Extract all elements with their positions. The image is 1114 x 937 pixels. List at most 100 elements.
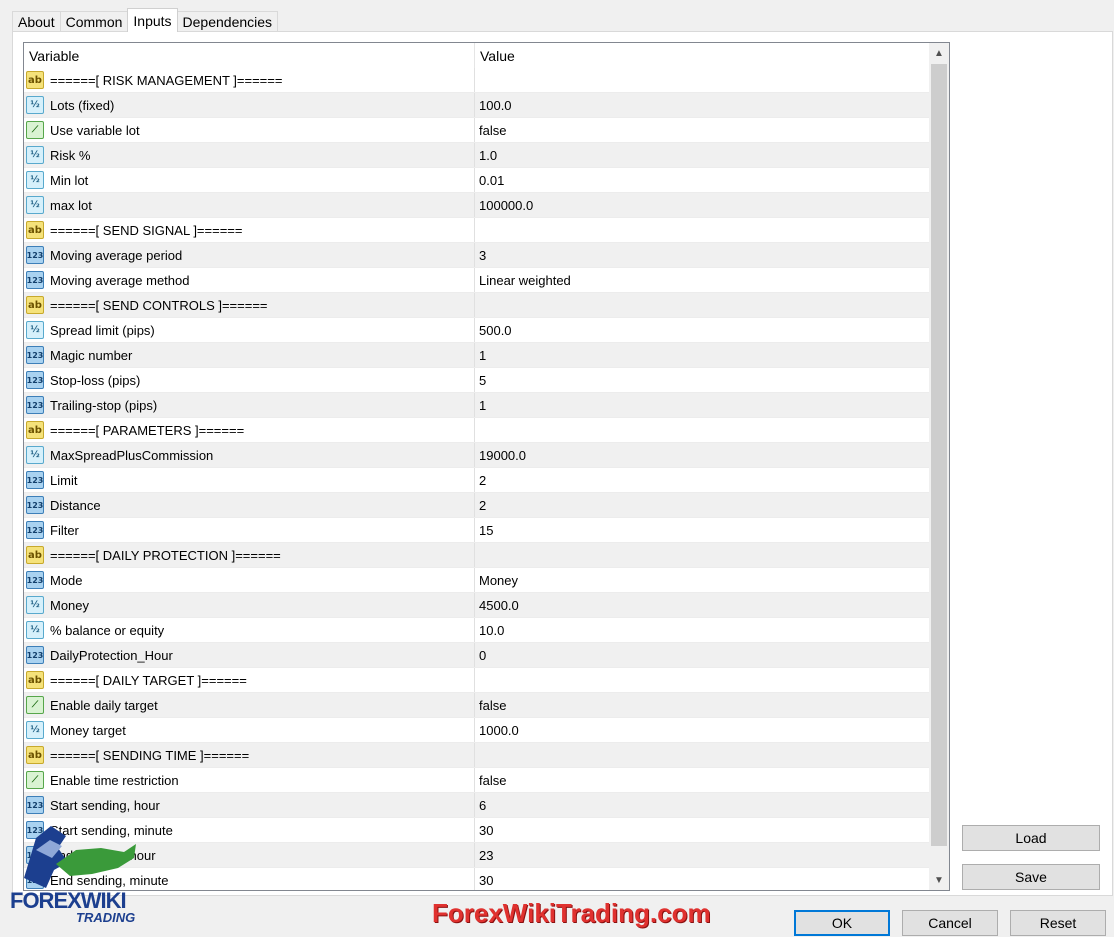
table-row[interactable]: ⟋ Enable daily target false	[24, 693, 929, 718]
forexwiki-logo: FOREXWIKI TRADING	[6, 818, 156, 930]
tab-inputs[interactable]: Inputs	[127, 8, 178, 32]
table-row[interactable]: 123End sending, minute30	[24, 868, 929, 890]
bull-bear-logo-icon	[24, 826, 136, 888]
variable-value[interactable]: 100.0	[479, 98, 512, 113]
cell-divider	[474, 343, 475, 367]
variable-value[interactable]: 3	[479, 248, 486, 263]
variable-value[interactable]: 1000.0	[479, 723, 519, 738]
variable-value[interactable]: Linear weighted	[479, 273, 571, 288]
variable-value[interactable]: Money	[479, 573, 518, 588]
table-row[interactable]: 123 Mode Money	[24, 568, 929, 593]
variable-name: ======[ DAILY TARGET ]======	[50, 673, 247, 688]
variable-value[interactable]: 15	[479, 523, 493, 538]
table-row[interactable]: 123 Moving average method Linear weighted	[24, 268, 929, 293]
variable-name: Moving average method	[50, 273, 190, 288]
double-type-icon: ½	[26, 321, 44, 339]
variable-value[interactable]: false	[479, 123, 506, 138]
table-row[interactable]: 123 Start sending, minute 30	[24, 818, 929, 843]
load-button[interactable]: Load	[962, 825, 1100, 851]
table-row[interactable]: ab ======[ SEND CONTROLS ]======	[24, 293, 929, 318]
table-row[interactable]: ab ======[ SENDING TIME ]======	[24, 743, 929, 768]
column-header-variable[interactable]: Variable	[29, 48, 79, 64]
cell-divider	[474, 643, 475, 667]
variable-value[interactable]: 5	[479, 373, 486, 388]
table-row[interactable]: ab ======[ DAILY PROTECTION ]======	[24, 543, 929, 568]
bool-type-icon: ⟋	[26, 121, 44, 139]
table-row[interactable]: 123 DailyProtection_Hour 0	[24, 643, 929, 668]
variable-name: Risk %	[50, 148, 91, 163]
save-button[interactable]: Save	[962, 864, 1100, 890]
variable-value[interactable]: 0.01	[479, 173, 504, 188]
table-row[interactable]: 123 Trailing-stop (pips) 1	[24, 393, 929, 418]
table-row[interactable]: ab ======[ DAILY TARGET ]======	[24, 668, 929, 693]
cell-divider	[474, 293, 475, 317]
table-row[interactable]: ½ Risk % 1.0	[24, 143, 929, 168]
variable-value[interactable]: 23	[479, 848, 493, 863]
table-row[interactable]: 123 Magic number 1	[24, 343, 929, 368]
table-row[interactable]: 123 Stop-loss (pips) 5	[24, 368, 929, 393]
table-row[interactable]: 123 Moving average period 3	[24, 243, 929, 268]
table-row[interactable]: ⟋ Use variable lot false	[24, 118, 929, 143]
inputs-grid: Variable Value ab ======[ RISK MANAGEMENT…	[23, 42, 950, 891]
variable-name: ======[ PARAMETERS ]======	[50, 423, 245, 438]
string-type-icon: ab	[26, 546, 44, 564]
tab-common[interactable]: Common	[59, 11, 129, 32]
ok-button[interactable]: OK	[794, 910, 890, 936]
variable-value[interactable]: 100000.0	[479, 198, 533, 213]
variable-name: Stop-loss (pips)	[50, 373, 141, 388]
table-row[interactable]: ½ Money 4500.0	[24, 593, 929, 618]
variable-value[interactable]: 10.0	[479, 623, 504, 638]
tab-strip: About Common Inputs Dependencies	[12, 8, 279, 32]
cell-divider	[474, 268, 475, 292]
column-header-value[interactable]: Value	[480, 48, 515, 64]
table-row[interactable]: ½ MaxSpreadPlusCommission 19000.0	[24, 443, 929, 468]
integer-type-icon: 123	[26, 396, 44, 414]
variable-value[interactable]: 1	[479, 398, 486, 413]
variable-value[interactable]: 19000.0	[479, 448, 526, 463]
cancel-button[interactable]: Cancel	[902, 910, 998, 936]
reset-button[interactable]: Reset	[1010, 910, 1106, 936]
variable-value[interactable]: false	[479, 773, 506, 788]
variable-value[interactable]: 1	[479, 348, 486, 363]
string-type-icon: ab	[26, 71, 44, 89]
variable-value[interactable]: 500.0	[479, 323, 512, 338]
table-row[interactable]: ½ max lot 100000.0	[24, 193, 929, 218]
table-row[interactable]: 123End sending, hour23	[24, 843, 929, 868]
variable-value[interactable]: 2	[479, 498, 486, 513]
table-row[interactable]: ab ======[ PARAMETERS ]======	[24, 418, 929, 443]
table-row[interactable]: 123 Limit 2	[24, 468, 929, 493]
variable-name: Min lot	[50, 173, 89, 188]
table-row[interactable]: ½ % balance or equity 10.0	[24, 618, 929, 643]
cell-divider	[474, 193, 475, 217]
tab-about[interactable]: About	[12, 11, 61, 32]
scroll-up-icon[interactable]: ▲	[929, 43, 949, 63]
scroll-down-icon[interactable]: ▼	[929, 870, 949, 890]
vertical-scrollbar[interactable]: ▲ ▼	[929, 43, 949, 890]
variable-value[interactable]: 6	[479, 798, 486, 813]
table-row[interactable]: 123 Start sending, hour 6	[24, 793, 929, 818]
string-type-icon: ab	[26, 421, 44, 439]
table-row[interactable]: ⟋ Enable time restriction false	[24, 768, 929, 793]
cell-divider	[474, 393, 475, 417]
column-divider[interactable]	[474, 43, 475, 68]
table-row[interactable]: ab ======[ RISK MANAGEMENT ]======	[24, 68, 929, 93]
variable-value[interactable]: 4500.0	[479, 598, 519, 613]
variable-value[interactable]: 0	[479, 648, 486, 663]
variable-value[interactable]: 2	[479, 473, 486, 488]
table-row[interactable]: ½ Spread limit (pips) 500.0	[24, 318, 929, 343]
variable-value[interactable]: 30	[479, 823, 493, 838]
string-type-icon: ab	[26, 296, 44, 314]
table-row[interactable]: 123 Distance 2	[24, 493, 929, 518]
table-row[interactable]: ½ Money target 1000.0	[24, 718, 929, 743]
table-row[interactable]: ab ======[ SEND SIGNAL ]======	[24, 218, 929, 243]
table-row[interactable]: ½ Min lot 0.01	[24, 168, 929, 193]
variable-value[interactable]: false	[479, 698, 506, 713]
variable-value[interactable]: 30	[479, 873, 493, 888]
integer-type-icon: 123	[26, 371, 44, 389]
variable-value[interactable]: 1.0	[479, 148, 497, 163]
table-row[interactable]: ½ Lots (fixed) 100.0	[24, 93, 929, 118]
scrollbar-thumb[interactable]	[931, 64, 947, 846]
tab-dependencies[interactable]: Dependencies	[176, 11, 279, 32]
cell-divider	[474, 368, 475, 392]
table-row[interactable]: 123 Filter 15	[24, 518, 929, 543]
